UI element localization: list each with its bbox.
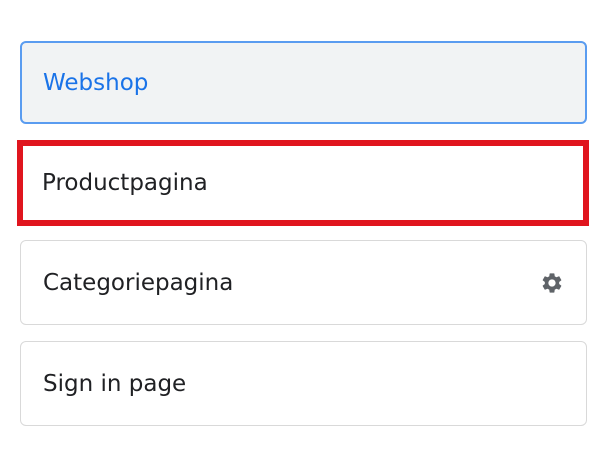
page-item-label: Productpagina xyxy=(42,170,208,196)
page-item-label: Webshop xyxy=(43,69,149,96)
page-item-categoriepagina[interactable]: Categoriepagina xyxy=(20,240,587,325)
page-item-sign-in-page[interactable]: Sign in page xyxy=(20,341,587,426)
page-item-label: Sign in page xyxy=(43,370,187,397)
page-item-productpagina[interactable]: Productpagina xyxy=(17,140,589,226)
gear-icon[interactable] xyxy=(540,271,564,295)
page-item-label: Categoriepagina xyxy=(43,269,234,296)
page-item-webshop[interactable]: Webshop xyxy=(20,41,587,124)
